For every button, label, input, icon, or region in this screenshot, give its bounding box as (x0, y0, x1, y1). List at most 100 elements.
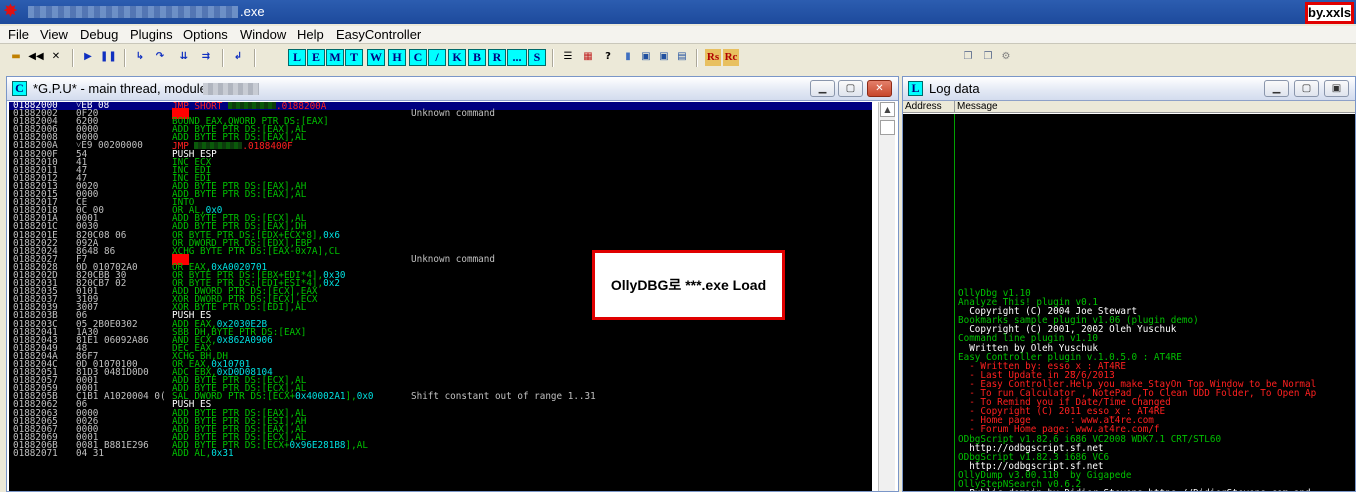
disasm-row[interactable]: 0188203C 05 2B0E0302 ADD EAX,0x2030E2B (9, 319, 872, 328)
plugin-icon[interactable]: ▤ (674, 48, 690, 66)
author-tag: by.xxls (1305, 2, 1354, 24)
redacted-filename (28, 6, 238, 18)
disasm-row[interactable]: 0188200F 54 PUSH ESP (9, 149, 872, 158)
plugin-icon[interactable]: ▣ (656, 48, 672, 66)
log-window-title: Log data (929, 81, 980, 96)
patches-button[interactable]: / (428, 49, 446, 66)
toolbar-separator (552, 49, 554, 67)
executable-modules-button[interactable]: E (307, 49, 325, 66)
plugin-rs-button[interactable]: Rs (705, 49, 721, 66)
plugin-icon[interactable]: ▮ (620, 48, 636, 66)
menu-window[interactable]: Window (240, 27, 286, 42)
menu-plugins[interactable]: Plugins (130, 27, 173, 42)
disasm-row[interactable]: 01882015 0000 ADD BYTE PTR DS:[EAX],AL (9, 190, 872, 199)
run-trace-button[interactable]: ... (507, 49, 527, 66)
ollydbg-bug-icon[interactable]: ✸ (2, 3, 19, 20)
disasm-row[interactable]: 01882057 0001 ADD BYTE PTR DS:[ECX],AL (9, 376, 872, 385)
row-comment: Shift constant out of range 1..31 (411, 391, 596, 403)
run-icon[interactable]: ▶ (80, 48, 96, 66)
menu-help[interactable]: Help (297, 27, 324, 42)
step-into-icon[interactable]: ↳ (132, 48, 148, 66)
disasm-row[interactable]: 01882006 0000 ADD BYTE PTR DS:[EAX],AL (9, 125, 872, 134)
trace-into-icon[interactable]: ⇊ (176, 48, 192, 66)
minimize-button[interactable]: ▁ (810, 80, 835, 97)
disasm-row[interactable]: 0188201C 0030 ADD BYTE PTR DS:[EAX],DH (9, 222, 872, 231)
scroll-up-icon[interactable]: ▲ (880, 102, 895, 117)
rewind-icon[interactable]: ◀◀ (28, 48, 44, 66)
trace-over-icon[interactable]: ⇉ (198, 48, 214, 66)
disasm-row[interactable]: 01882017 CE INTO (9, 198, 872, 207)
close-program-icon[interactable]: ✕ (48, 48, 64, 66)
windows-button[interactable]: W (367, 49, 385, 66)
help-icon[interactable]: ? (600, 48, 616, 66)
disasm-row[interactable]: 0188204A 86F7 XCHG BH,DH (9, 352, 872, 361)
disasm-row[interactable]: 0188206B 0081 B881E296 ADD BYTE PTR DS:[EC… (9, 441, 872, 450)
log-window: L Log data ▁ ▢ ▣ Address Message OllyDbg… (902, 76, 1356, 492)
pause-icon[interactable]: ❚❚ (100, 48, 117, 66)
threads-button[interactable]: T (345, 49, 363, 66)
handles-button[interactable]: H (388, 49, 406, 66)
disasm-row[interactable]: 0188200A ˅E9 00200000 JMP .0188400F (9, 141, 872, 151)
maximize-button[interactable]: ▢ (838, 80, 863, 97)
plugin-rc-button[interactable]: Rc (723, 49, 739, 66)
breakpoints-button[interactable]: B (468, 49, 486, 66)
disasm-row[interactable]: 0188201E 820C08 06 OR BYTE PTR DS:[EDX+ECX… (9, 230, 872, 239)
annotation-callout: OllyDBG로 ***.exe Load (592, 250, 785, 320)
redacted-module-name (203, 83, 259, 95)
disasm-row[interactable]: 01882043 81E1 06092A86 AND ECX,0x862A0906 (9, 336, 872, 345)
disasm-token: 0x31 (211, 448, 234, 460)
disasm-row[interactable]: 01882010 41 INC ECX (9, 157, 872, 166)
row-disassembly: XCHG BYTE PTR DS:[EAX-0x7A],CL (172, 247, 340, 256)
row-comment: Unknown command (411, 253, 495, 265)
disasm-row[interactable]: 01882013 0020 ADD BYTE PTR DS:[EAX],AH (9, 182, 872, 191)
minimize-button[interactable]: ▁ (1264, 80, 1289, 97)
disasm-row[interactable]: 01882011 47 INC EDI (9, 166, 872, 175)
color-grid-icon[interactable]: ▦ (580, 48, 596, 66)
references-button[interactable]: R (488, 49, 506, 66)
disasm-row[interactable]: 0188201A 0001 ADD BYTE PTR DS:[ECX],AL (9, 214, 872, 223)
disasm-row[interactable]: 01882071 04 31 ADD AL,0x31 (9, 448, 872, 460)
paste-icon[interactable]: ❐ (980, 48, 996, 66)
disasm-row[interactable]: 01882062 06 PUSH ES (9, 400, 872, 409)
disasm-row[interactable]: 01882049 48 DEC EAX (9, 344, 872, 353)
scroll-thumb[interactable] (880, 120, 895, 135)
disasm-row[interactable]: 01882018 0C 00 OR AL,0x0 (9, 206, 872, 215)
cpu-button[interactable]: C (409, 49, 427, 66)
menu-view[interactable]: View (40, 27, 68, 42)
restore-button[interactable]: ▣ (1324, 80, 1349, 97)
disasm-row[interactable]: 01882063 0000 ADD BYTE PTR DS:[EAX],AL (9, 408, 872, 417)
disasm-row[interactable]: 01882051 81D3 0481D0D0 ADC EBX,0xD0D08104 (9, 368, 872, 377)
step-over-icon[interactable]: ↷ (152, 48, 168, 66)
maximize-button[interactable]: ▢ (1294, 80, 1319, 97)
disasm-row[interactable]: 0188205B C1B1 A1020004 0(SAL DWORD PTR DS… (9, 391, 872, 403)
menu-debug[interactable]: Debug (80, 27, 118, 42)
disasm-row[interactable]: 01882067 0000 ADD BYTE PTR DS:[EAX],AL (9, 425, 872, 434)
memory-map-button[interactable]: M (326, 49, 344, 66)
close-button[interactable]: ✕ (867, 80, 892, 97)
disasm-row[interactable]: 01882004 6200 BOUND EAX,QWORD PTR DS:[EAX] (9, 117, 872, 126)
menu-easycontroller[interactable]: EasyController (336, 27, 421, 42)
log-window-button[interactable]: L (288, 49, 306, 66)
disasm-row[interactable]: 01882022 092A OR DWORD PTR DS:[EDX],EBP (9, 238, 872, 247)
disasm-row[interactable]: 01882012 47 INC EDI (9, 174, 872, 183)
disasm-row[interactable]: 01882065 0026 ADD BYTE PTR DS:[ESI],AH (9, 416, 872, 425)
log-body[interactable]: OllyDbg v1.10 Analyze This! plugin v0.1 C… (903, 114, 1355, 491)
execute-till-return-icon[interactable]: ↲ (230, 48, 246, 66)
copy-icon[interactable]: ❐ (960, 48, 976, 66)
open-folder-icon[interactable]: ▬ (8, 48, 24, 66)
column-message[interactable]: Message (957, 101, 998, 112)
toolbar-separator (696, 49, 698, 67)
column-address[interactable]: Address (905, 101, 955, 112)
gear-icon[interactable]: ⚙ (998, 48, 1014, 66)
menu-options[interactable]: Options (183, 27, 228, 42)
disasm-row[interactable]: 01882002 0F20??? Unknown command (9, 108, 872, 120)
disassembly-scrollbar[interactable]: ▲ (878, 102, 895, 491)
source-button[interactable]: S (528, 49, 546, 66)
toolbar-separator (72, 49, 74, 67)
plugin-icon[interactable]: ▣ (638, 48, 654, 66)
menu-file[interactable]: File (8, 27, 29, 42)
cpu-window-title: *G.P.U* - main thread, module (33, 81, 207, 96)
call-stack-button[interactable]: K (448, 49, 466, 66)
toolbar-separator (254, 49, 256, 67)
list-view-icon[interactable]: ☰ (560, 48, 576, 66)
